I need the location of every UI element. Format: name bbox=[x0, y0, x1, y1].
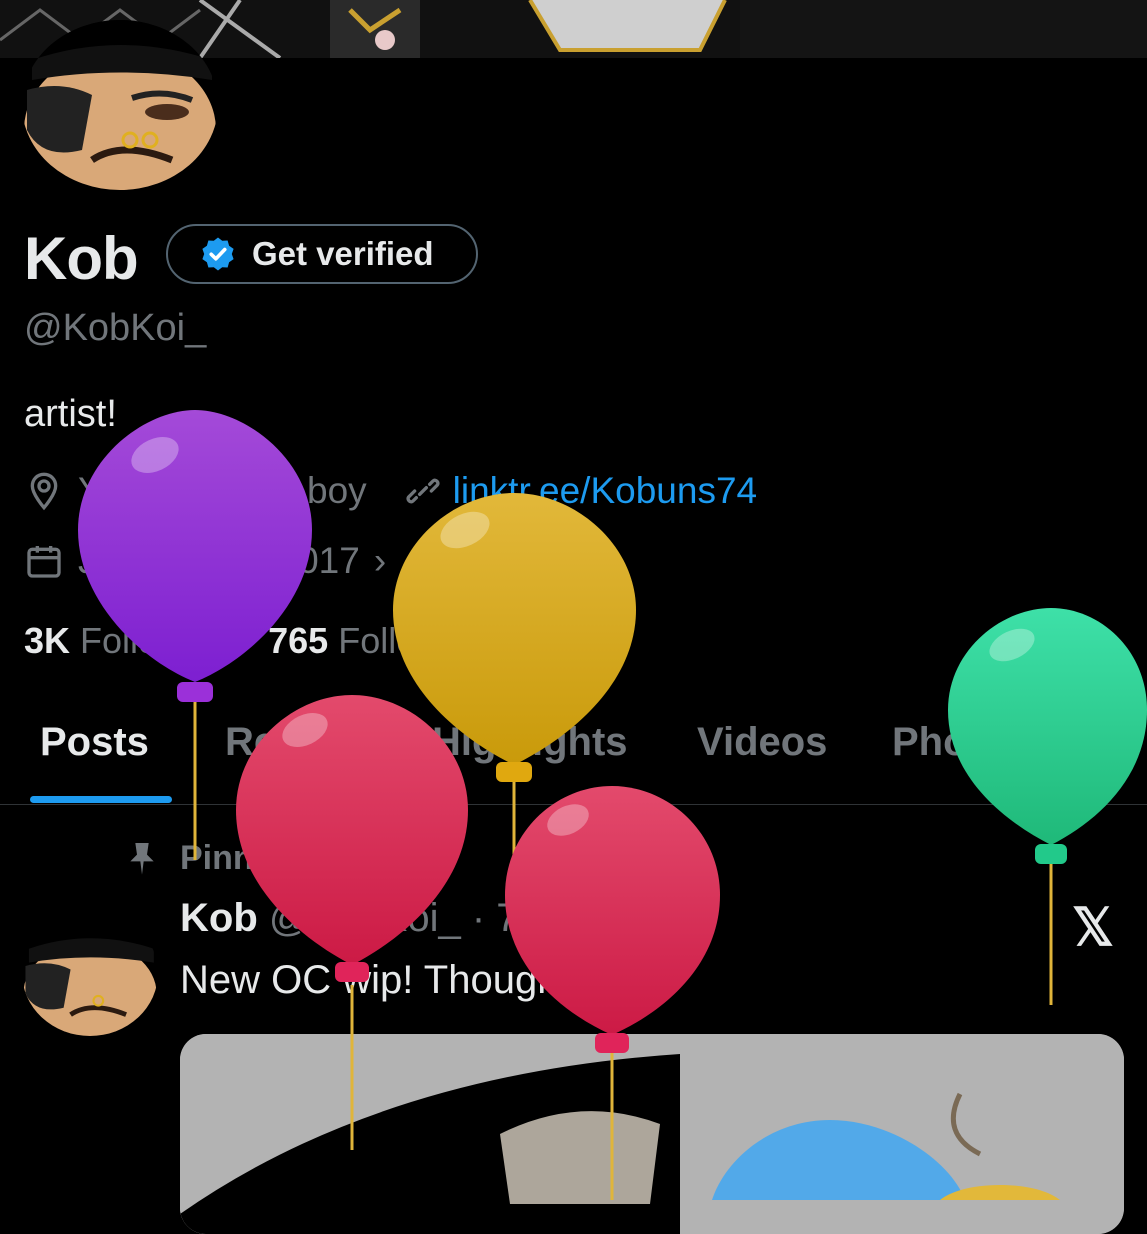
active-tab-indicator bbox=[30, 796, 172, 803]
tab-photos[interactable]: Photos bbox=[892, 720, 1028, 765]
post-header: Kob @KobKoi_ · 7/24/25 bbox=[180, 896, 630, 941]
following-count: 3K bbox=[24, 620, 71, 661]
yellow-balloon bbox=[393, 493, 636, 900]
get-verified-button[interactable]: Get verified bbox=[166, 224, 478, 284]
pinned-label: Pinned bbox=[180, 838, 294, 877]
tab-videos[interactable]: Videos bbox=[697, 720, 827, 765]
profile-stats: 3K Following 765 Followers bbox=[24, 620, 492, 662]
tab-articles[interactable]: Ar bbox=[1092, 720, 1136, 765]
profile-avatar[interactable] bbox=[22, 20, 218, 190]
verified-badge-icon bbox=[202, 237, 234, 271]
followers-count: 765 bbox=[268, 620, 329, 661]
birthday-balloons-overlay bbox=[78, 410, 1147, 1200]
profile-tabs: Posts Replies Highlights Videos Photos A… bbox=[0, 712, 1147, 805]
profile-name: Kob bbox=[24, 225, 139, 292]
tab-replies[interactable]: Replies bbox=[225, 720, 367, 765]
profile-joined: Joined May 2017 bbox=[78, 540, 360, 581]
location-pin-icon bbox=[30, 472, 58, 511]
tab-highlights[interactable]: Highlights bbox=[432, 720, 628, 765]
profile-bio: artist! bbox=[24, 393, 117, 435]
avatar-illustration bbox=[22, 20, 218, 190]
profile-joined-row[interactable]: Joined May 2017 › bbox=[24, 540, 386, 582]
chevron-right-icon: › bbox=[373, 540, 387, 581]
post-media-artwork bbox=[180, 1034, 1124, 1234]
followers-link[interactable]: 765 Followers bbox=[268, 620, 492, 661]
get-verified-label: Get verified bbox=[252, 235, 434, 272]
post-author-name[interactable]: Kob bbox=[180, 896, 258, 940]
post-avatar-illustration bbox=[22, 914, 158, 1036]
link-icon bbox=[406, 478, 440, 504]
green-balloon bbox=[948, 608, 1147, 1005]
post-media-image[interactable] bbox=[180, 1034, 1124, 1234]
post-author-avatar[interactable] bbox=[22, 910, 158, 1036]
following-link[interactable]: 3K Following bbox=[24, 620, 232, 661]
pin-icon bbox=[130, 843, 154, 875]
profile-handle: @KobKoi_ bbox=[24, 307, 207, 349]
tab-posts[interactable]: Posts bbox=[40, 720, 149, 765]
calendar-icon bbox=[27, 546, 61, 578]
x-logo-icon[interactable]: 𝕏 bbox=[1072, 898, 1114, 958]
profile-meta-row: Your local koi boy linktr.ee/Kobuns74 bbox=[24, 470, 757, 512]
profile-location: Your local koi boy bbox=[78, 470, 367, 511]
pinned-indicator: Pinned bbox=[122, 838, 293, 878]
profile-website-link[interactable]: linktr.ee/Kobuns74 bbox=[453, 470, 757, 512]
post-handle-date: @KobKoi_ · 7/24/25 bbox=[268, 896, 630, 940]
following-label: Following bbox=[80, 620, 233, 661]
post-text: New OC wip! Thoughts? 🤔 bbox=[180, 958, 674, 1002]
followers-label: Followers bbox=[338, 620, 493, 661]
